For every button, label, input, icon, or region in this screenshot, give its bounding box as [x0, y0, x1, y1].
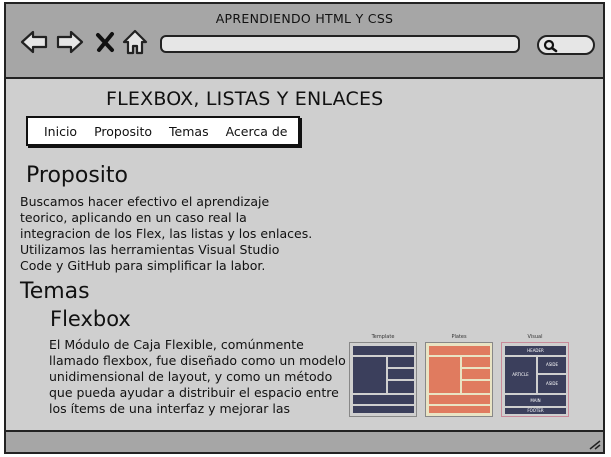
- thumbnail-label: Plates: [451, 334, 467, 340]
- page-content: FLEXBOX, LISTAS Y ENLACES Inicio Proposi…: [6, 79, 603, 434]
- main-menu: Inicio Proposito Temas Acerca de: [26, 116, 300, 146]
- thumbnail-visual: Visual HEADER ARTICLE ASIDE ASIDE MAIN F…: [501, 333, 569, 417]
- menu-item-temas[interactable]: Temas: [169, 124, 209, 139]
- home-icon: [122, 29, 148, 55]
- search-icon: [543, 39, 558, 53]
- back-button[interactable]: [20, 29, 48, 55]
- thumbnail-template: Template: [349, 333, 417, 417]
- forward-button[interactable]: [56, 29, 84, 55]
- proposito-text: Buscamos hacer efectivo el aprendizaje t…: [20, 194, 312, 274]
- page-title: FLEXBOX, LISTAS Y ENLACES: [106, 88, 384, 110]
- flexbox-line: El Módulo de Caja Flexible, comúnmente: [49, 337, 304, 352]
- arrow-right-icon: [56, 30, 84, 54]
- menu-item-inicio[interactable]: Inicio: [44, 124, 77, 139]
- visual-block: HEADER: [505, 346, 566, 355]
- thumbnail-image: HEADER ARTICLE ASIDE ASIDE MAIN FOOTER: [501, 342, 569, 417]
- proposito-line: Buscamos hacer efectivo el aprendizaje: [20, 194, 270, 209]
- proposito-line: integracion de los Flex, las listas y lo…: [20, 226, 313, 241]
- flexbox-heading: Flexbox: [50, 307, 131, 331]
- home-button[interactable]: [122, 29, 148, 55]
- arrow-left-icon: [20, 30, 48, 54]
- browser-toolbar: APRENDIENDO HTML Y CSS: [6, 4, 603, 79]
- browser-window: APRENDIENDO HTML Y CSS FLEXBOX, LISTAS Y…: [4, 2, 605, 454]
- resize-grip-icon[interactable]: [587, 438, 601, 450]
- status-bar: [6, 430, 603, 452]
- thumbnail-label: Visual: [527, 334, 543, 340]
- temas-heading: Temas: [20, 279, 90, 304]
- flexbox-line: los ítems de una interfaz y mejorar las: [49, 401, 291, 416]
- thumbnail-label: Template: [371, 334, 395, 340]
- window-title: APRENDIENDO HTML Y CSS: [215, 11, 394, 26]
- visual-block: ASIDE: [538, 357, 566, 373]
- visual-block: FOOTER: [505, 408, 566, 414]
- flexbox-line: unidimensional de layout, y como un méto…: [49, 369, 333, 384]
- search-box[interactable]: [537, 35, 595, 55]
- proposito-line: teorico, aplicando en un caso real la: [20, 210, 247, 225]
- proposito-heading: Proposito: [26, 163, 128, 188]
- flexbox-line: que pueda ayudar a distribuir el espacio…: [49, 385, 339, 400]
- menu-item-proposito[interactable]: Proposito: [94, 124, 152, 139]
- thumbnail-image: [425, 342, 493, 417]
- x-icon: [96, 32, 114, 52]
- visual-block: MAIN: [505, 395, 566, 406]
- menu-item-acerca-de[interactable]: Acerca de: [226, 124, 288, 139]
- address-bar[interactable]: [160, 35, 520, 53]
- flexbox-line: llamado flexbox, fue diseñado como un mo…: [49, 353, 346, 368]
- thumbnail-plates: Plates: [425, 333, 493, 417]
- layout-thumbnails: Template Plates Visual HEADER ARTICLE AS…: [349, 333, 571, 423]
- proposito-line: Utilizamos las herramientas Visual Studi…: [20, 242, 280, 257]
- thumbnail-image: [349, 342, 417, 417]
- stop-button[interactable]: [94, 29, 116, 55]
- visual-block: ARTICLE: [505, 357, 536, 393]
- flexbox-text: El Módulo de Caja Flexible, comúnmente l…: [49, 337, 346, 417]
- proposito-line: Code y GitHub para simplificar la labor.: [20, 258, 266, 273]
- visual-block: ASIDE: [538, 375, 566, 393]
